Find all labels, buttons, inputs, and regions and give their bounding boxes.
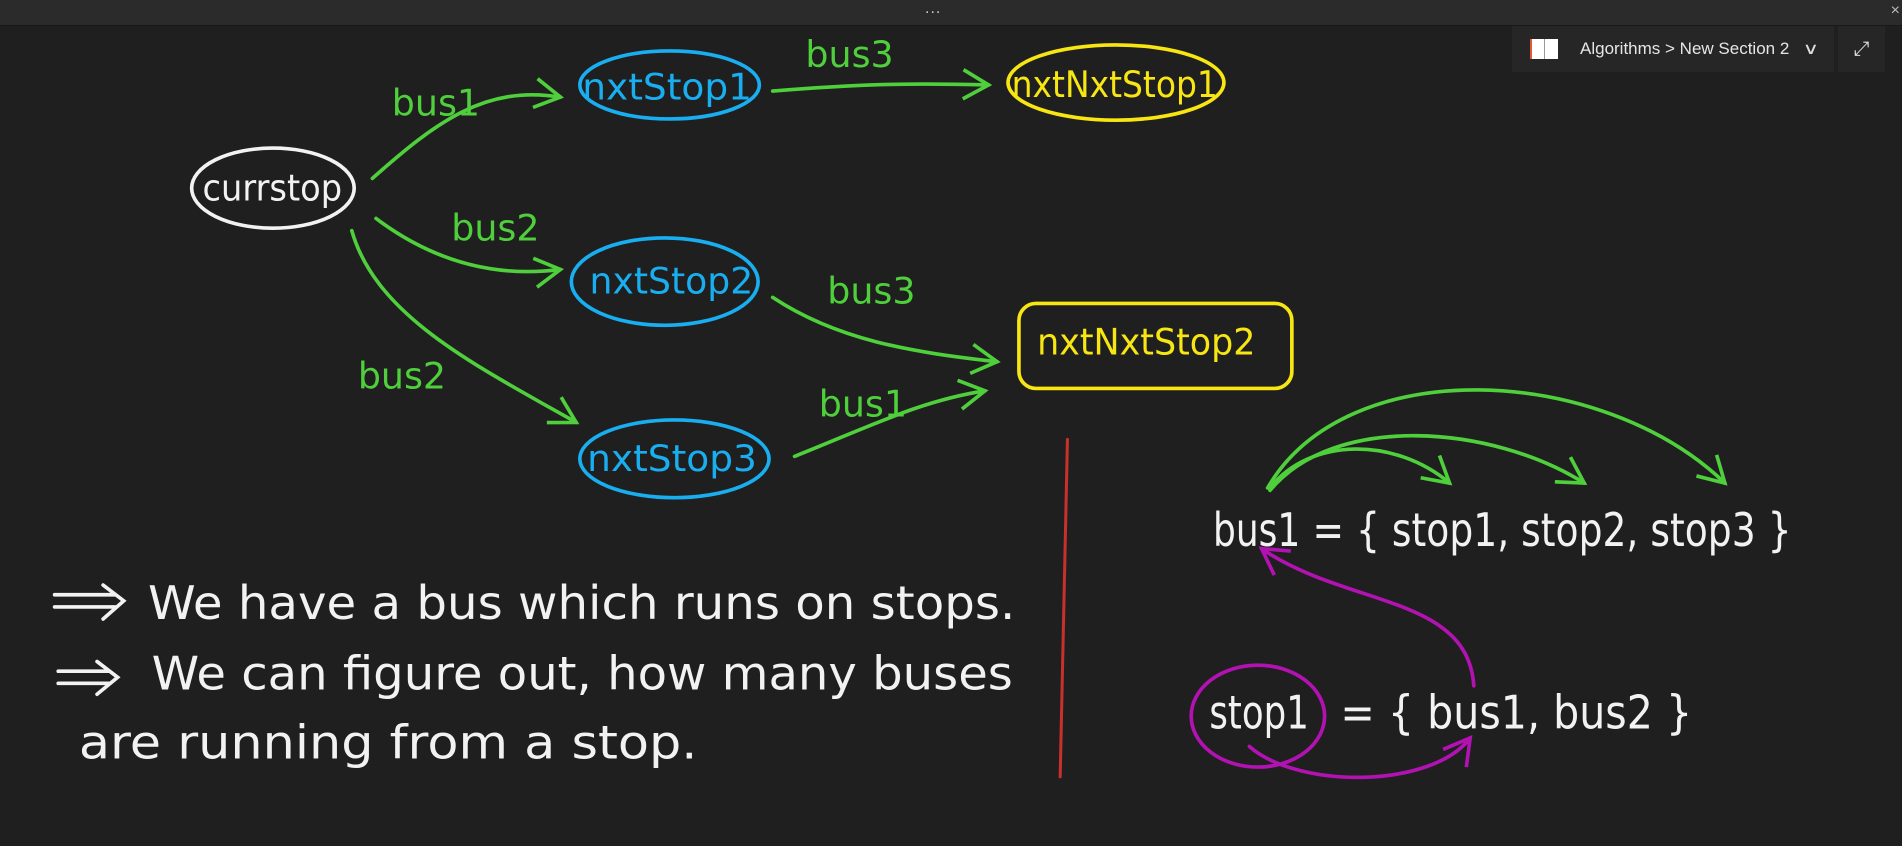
bus1-stop-set: = { stop1, stop2, stop3 }	[1312, 503, 1791, 557]
node-currstop: currstop	[203, 166, 342, 209]
edge-label: bus1	[392, 81, 480, 124]
stop-to-bus-arrow	[1247, 735, 1473, 780]
note-line-2: We can figure out, how many buses	[152, 646, 1013, 700]
edge-label: bus3	[805, 33, 893, 76]
note-line-3: are running from a stop.	[79, 716, 698, 770]
bus1-label: bus1	[1213, 503, 1300, 557]
node-nxtstop3: nxtStop3	[587, 437, 757, 480]
node-nxtstop1: nxtStop1	[582, 66, 752, 109]
notebook-section-picker[interactable]: Algorithms > New Section 2 ∨	[1512, 26, 1834, 72]
notebook-icon	[1530, 39, 1558, 59]
double-arrow-icon	[56, 659, 121, 697]
edge-label: bus1	[819, 382, 907, 425]
divider-line	[1058, 437, 1069, 779]
edge-label: bus2	[358, 354, 446, 397]
expand-icon: ⤢	[1853, 37, 1870, 60]
breadcrumb: Algorithms > New Section 2	[1580, 39, 1790, 58]
edge-label: bus3	[827, 269, 915, 312]
ink-canvas[interactable]: currstop nxtStop1 nxtNxtStop1 nxtStop2 n…	[0, 0, 1902, 846]
edge-label: bus2	[451, 206, 539, 249]
node-nxtstop2: nxtStop2	[590, 260, 754, 303]
set-arrow	[1268, 433, 1588, 493]
stop1-bus-set: = { bus1, bus2 }	[1340, 685, 1692, 739]
node-nxtnxtstop2: nxtNxtStop2	[1037, 320, 1255, 363]
stop1-label: stop1	[1209, 685, 1308, 739]
chevron-down-icon[interactable]: ∨	[1803, 39, 1819, 59]
stop-to-bus-arrow	[1258, 546, 1476, 688]
set-arrow	[1268, 447, 1453, 490]
expand-button[interactable]: ⤢	[1838, 26, 1885, 72]
edge-arrow	[770, 68, 993, 101]
set-arrow	[1265, 388, 1728, 490]
node-nxtnxtstop1: nxtNxtStop1	[1012, 63, 1218, 106]
note-line-1: We have a bus which runs on stops.	[148, 576, 1015, 630]
double-arrow-icon	[52, 583, 127, 621]
